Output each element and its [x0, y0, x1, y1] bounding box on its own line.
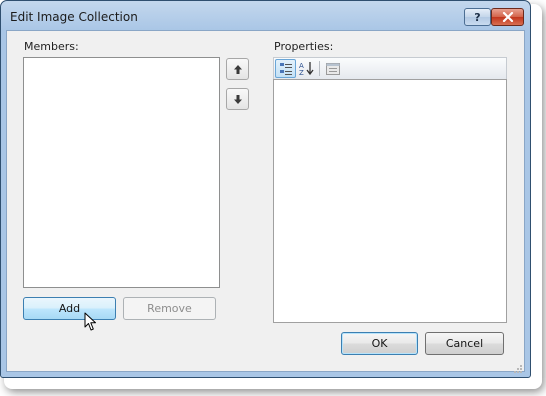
close-button[interactable]	[491, 8, 524, 26]
members-list[interactable]	[23, 57, 220, 288]
mouse-pointer-icon	[84, 312, 96, 331]
ok-button[interactable]: OK	[341, 332, 418, 355]
svg-text:Z: Z	[299, 69, 304, 76]
categorized-view-icon	[279, 63, 292, 75]
members-label: Members:	[24, 40, 79, 53]
property-grid-toolbar: A Z	[273, 57, 507, 79]
title-bar[interactable]: Edit Image Collection ?	[1, 1, 532, 33]
help-icon: ?	[474, 10, 481, 24]
property-pages-icon	[325, 62, 340, 75]
close-icon	[502, 12, 513, 22]
add-button[interactable]: Add	[23, 297, 116, 320]
move-down-button[interactable]	[226, 88, 249, 110]
arrow-up-icon	[233, 64, 242, 74]
window-title: Edit Image Collection	[10, 10, 138, 24]
toolbar-separator	[319, 61, 320, 76]
arrow-down-icon	[233, 94, 242, 104]
alphabetical-button[interactable]: A Z	[296, 59, 317, 78]
categorized-button[interactable]	[275, 59, 296, 78]
alphabetical-sort-icon: A Z	[299, 62, 314, 76]
remove-button: Remove	[123, 297, 216, 320]
properties-label: Properties:	[274, 40, 334, 53]
cancel-button[interactable]: Cancel	[425, 332, 504, 355]
help-button[interactable]: ?	[464, 8, 491, 26]
move-up-button[interactable]	[226, 58, 249, 80]
property-grid[interactable]	[273, 79, 507, 323]
property-pages-button[interactable]	[322, 59, 343, 78]
resize-grip-icon[interactable]	[513, 364, 523, 374]
